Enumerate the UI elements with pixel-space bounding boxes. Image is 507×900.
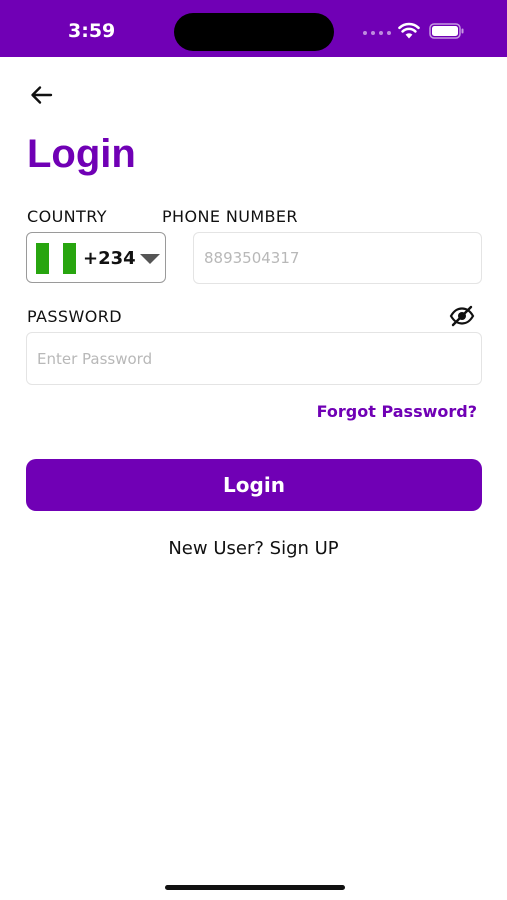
page-title: Login	[27, 132, 136, 176]
signal-icon	[363, 31, 391, 35]
status-bar: 3:59	[0, 0, 507, 57]
login-button[interactable]: Login	[26, 459, 482, 511]
battery-icon	[429, 23, 464, 39]
status-time: 3:59	[68, 20, 116, 42]
signup-link[interactable]: Sign UP	[270, 538, 339, 559]
country-code: +234	[83, 248, 136, 269]
nigeria-flag-icon	[36, 243, 76, 274]
password-input[interactable]	[26, 332, 482, 385]
back-button[interactable]	[26, 80, 58, 112]
password-label: PASSWORD	[27, 307, 122, 326]
country-label: COUNTRY	[27, 207, 107, 226]
arrow-left-icon	[31, 86, 53, 104]
phone-number-label: PHONE NUMBER	[162, 207, 298, 226]
signup-prompt-text: New User?	[168, 538, 270, 559]
eye-off-icon[interactable]	[449, 305, 475, 327]
wifi-icon	[398, 22, 420, 39]
country-select[interactable]: +234	[26, 232, 166, 283]
login-screen: 3:59 Login COUNTRY +234 PHONE NUMBER 889…	[0, 0, 507, 900]
forgot-password-link[interactable]: Forgot Password?	[317, 402, 477, 421]
phone-number-input[interactable]	[193, 232, 482, 284]
signup-prompt: New User? Sign UP	[0, 538, 507, 559]
dynamic-island	[174, 13, 334, 51]
chevron-down-icon	[140, 254, 160, 264]
home-indicator	[165, 885, 345, 890]
